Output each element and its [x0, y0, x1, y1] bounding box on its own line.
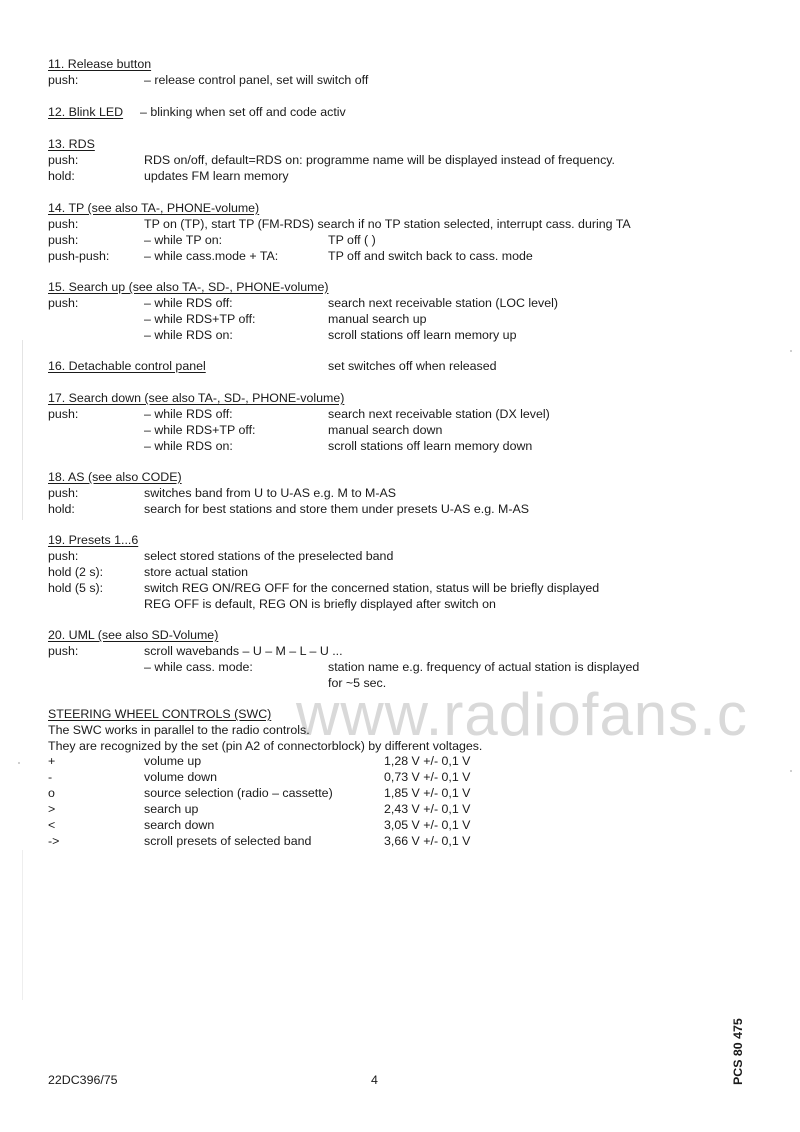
action-label: push: [48, 217, 79, 231]
action-result: search next receivable station (LOC leve… [328, 296, 559, 310]
section-heading-detachable-panel: 16. Detachable control panel [48, 359, 206, 373]
page-number: 4 [371, 1073, 378, 1087]
action-label: hold (2 s): [48, 565, 104, 579]
swc-voltage: 0,73 V +/- 0,1 V [384, 770, 471, 784]
action-description: search for best stations and store them … [144, 502, 529, 516]
action-result: manual search up [328, 312, 427, 326]
section-heading-search-down: 17. Search down (see also TA-, SD-, PHON… [48, 391, 345, 405]
action-description: store actual station [144, 565, 249, 579]
section-heading-uml: 20. UML (see also SD-Volume) [48, 628, 219, 642]
section-heading-search-up: 15. Search up (see also TA-, SD-, PHONE-… [48, 280, 329, 294]
action-description: select stored stations of the preselecte… [144, 549, 394, 563]
swc-voltage: 1,85 V +/- 0,1 V [384, 786, 471, 800]
swc-intro: They are recognized by the set (pin A2 o… [48, 739, 483, 753]
action-description: updates FM learn memory [144, 169, 289, 183]
swc-key: -> [48, 834, 60, 848]
manual-page: www.radiofans.c 11. Release button push:… [0, 0, 800, 1132]
action-result: scroll stations off learn memory down [328, 439, 533, 453]
action-label: push: [48, 486, 79, 500]
action-condition: – while RDS+TP off: [144, 312, 256, 326]
swc-key: < [48, 818, 56, 832]
action-description: RDS on/off, default=RDS on: programme na… [144, 153, 615, 167]
scan-speck [790, 350, 792, 352]
section-heading-release-button: 11. Release button [48, 57, 152, 71]
action-description: switch REG ON/REG OFF for the concerned … [144, 581, 600, 595]
action-label: push: [48, 407, 79, 421]
action-result: station name e.g. frequency of actual st… [328, 660, 640, 674]
model-number: 22DC396/75 [48, 1073, 118, 1087]
action-label: push: [48, 549, 79, 563]
swc-key: > [48, 802, 56, 816]
swc-key: + [48, 754, 56, 768]
action-result: for ~5 sec. [328, 676, 387, 690]
document-code: PCS 80 475 [731, 1018, 745, 1085]
action-condition: – while RDS off: [144, 407, 233, 421]
action-label: push-push: [48, 249, 110, 263]
action-condition: – while RDS+TP off: [144, 423, 256, 437]
action-label: push: [48, 296, 79, 310]
scan-speck [18, 762, 20, 764]
action-result: search next receivable station (DX level… [328, 407, 550, 421]
swc-key: o [48, 786, 55, 800]
action-label: push: [48, 153, 79, 167]
action-description: scroll wavebands – U – M – L – U ... [144, 644, 343, 658]
swc-intro: The SWC works in parallel to the radio c… [48, 723, 310, 737]
swc-function: volume up [144, 754, 202, 768]
action-description: TP on (TP), start TP (FM-RDS) search if … [144, 217, 631, 231]
swc-voltage: 3,05 V +/- 0,1 V [384, 818, 471, 832]
action-condition: – while TP on: [144, 233, 223, 247]
swc-voltage: 2,43 V +/- 0,1 V [384, 802, 471, 816]
swc-heading: STEERING WHEEL CONTROLS (SWC) [48, 707, 272, 721]
swc-voltage: 1,28 V +/- 0,1 V [384, 754, 471, 768]
section-inline-description: set switches off when released [328, 359, 497, 373]
action-label: hold (5 s): [48, 581, 104, 595]
action-result: manual search down [328, 423, 443, 437]
action-condition: – while RDS off: [144, 296, 233, 310]
action-label: push: [48, 73, 79, 87]
swc-key: - [48, 770, 53, 784]
section-inline-description: – blinking when set off and code activ [140, 105, 346, 119]
action-condition: – while RDS on: [144, 439, 233, 453]
action-condition: – while cass. mode: [144, 660, 253, 674]
section-heading-blink-led: 12. Blink LED [48, 105, 124, 119]
action-result: TP off and switch back to cass. mode [328, 249, 533, 263]
swc-function: scroll presets of selected band [144, 834, 312, 848]
action-label: push: [48, 233, 79, 247]
action-description: switches band from U to U-AS e.g. M to M… [144, 486, 397, 500]
scan-artifact [22, 340, 23, 520]
section-heading-rds: 13. RDS [48, 137, 95, 151]
swc-function: search down [144, 818, 215, 832]
section-heading-presets: 19. Presets 1...6 [48, 533, 139, 547]
swc-function: source selection (radio – cassette) [144, 786, 333, 800]
scan-artifact [22, 850, 23, 1000]
action-label: hold: [48, 502, 75, 516]
scan-speck [790, 770, 792, 772]
swc-function: search up [144, 802, 199, 816]
section-heading-as: 18. AS (see also CODE) [48, 470, 182, 484]
action-label: push: [48, 644, 79, 658]
action-condition: – while cass.mode + TA: [144, 249, 279, 263]
section-heading-tp: 14. TP (see also TA-, PHONE-volume) [48, 201, 260, 215]
action-description: – release control panel, set will switch… [144, 73, 369, 87]
action-description: REG OFF is default, REG ON is briefly di… [144, 597, 496, 611]
action-result: scroll stations off learn memory up [328, 328, 517, 342]
action-condition: – while RDS on: [144, 328, 233, 342]
swc-function: volume down [144, 770, 218, 784]
action-result: TP off ( ) [328, 233, 376, 247]
action-label: hold: [48, 169, 75, 183]
swc-voltage: 3,66 V +/- 0,1 V [384, 834, 471, 848]
